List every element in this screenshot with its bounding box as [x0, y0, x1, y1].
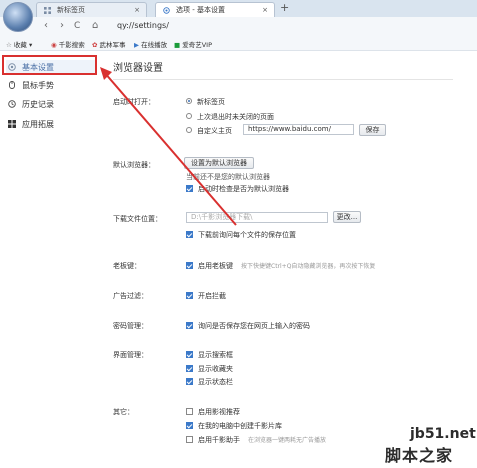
- sidebar-item-label: 应用拓展: [22, 120, 54, 129]
- startup-option-restore[interactable]: 上次退出时未关闭的页面: [186, 112, 274, 122]
- default-browser-label: 默认浏览器：: [113, 161, 155, 169]
- boss-key-label: 老板键：: [113, 262, 141, 270]
- sidebar-item-label: 鼠标手势: [22, 81, 54, 90]
- assistant-hint: 在浏览器一键两耗无广告播放: [248, 437, 327, 444]
- show-favorites-option[interactable]: 显示收藏夹: [186, 364, 233, 374]
- checkbox[interactable]: [186, 291, 193, 299]
- save-homepage-button[interactable]: 保存: [359, 124, 386, 136]
- create-library-option[interactable]: 在我的电脑中创建千影片库: [186, 421, 282, 431]
- sidebar-item-extensions[interactable]: 应用拓展: [6, 117, 96, 132]
- navigation-bar: ‹ › C ⌂ qy://settings/: [0, 17, 477, 38]
- watermark-name: 脚本之家: [385, 446, 454, 465]
- checkbox[interactable]: [186, 230, 193, 238]
- bookmark-item[interactable]: ◉ 千影搜索: [51, 39, 85, 49]
- browser-logo[interactable]: [3, 2, 33, 32]
- startup-label: 启动时打开：: [113, 98, 155, 106]
- default-browser-status: 当前还不是您的默认浏览器: [186, 173, 270, 181]
- forward-button[interactable]: ›: [60, 20, 64, 31]
- apps-icon: [8, 120, 16, 128]
- grid-icon: [44, 7, 51, 14]
- show-status-bar-option[interactable]: 显示状态栏: [186, 377, 233, 387]
- annotation-highlight-box: [2, 55, 97, 75]
- checkbox[interactable]: [186, 435, 193, 443]
- tab-bar: 新标签页 × 选项 - 基本设置 × +: [0, 0, 477, 32]
- password-save-option[interactable]: 询问是否保存您在网页上输入的密码: [186, 321, 310, 331]
- boss-key-option[interactable]: 启用老板键 按下快捷键Ctrl+Q自动隐藏浏览器，再次按下恢复: [186, 261, 375, 271]
- video-recommend-option[interactable]: 启用影视推荐: [186, 407, 240, 417]
- assistant-option[interactable]: 启用千影助手 在浏览器一键两耗无广告播放: [186, 435, 326, 445]
- bookmark-item[interactable]: ▶ 在线播放: [134, 39, 167, 49]
- film-icon: ◉: [51, 41, 57, 49]
- tab-settings[interactable]: 选项 - 基本设置 ×: [155, 2, 275, 17]
- tab-close-icon[interactable]: ×: [262, 3, 268, 17]
- radio-button[interactable]: [186, 113, 192, 119]
- settings-icon: [163, 7, 170, 14]
- divider: [113, 79, 453, 80]
- startup-option-new-tab[interactable]: 新标签页: [186, 97, 225, 107]
- show-search-box-option[interactable]: 显示搜索框: [186, 350, 233, 360]
- ask-save-location-option[interactable]: 下载前询问每个文件的保存位置: [186, 230, 296, 240]
- mouse-icon: [9, 81, 15, 89]
- tab-label: 选项 - 基本设置: [176, 6, 225, 14]
- play-icon: ▶: [134, 41, 139, 49]
- download-path-input[interactable]: D:\千影浏览器下载\: [186, 212, 328, 223]
- tab-close-icon[interactable]: ×: [134, 3, 140, 17]
- ad-filter-label: 广告过滤：: [113, 292, 148, 300]
- home-button[interactable]: ⌂: [92, 20, 98, 31]
- checkbox[interactable]: [186, 364, 193, 372]
- download-location-label: 下载文件位置：: [113, 215, 162, 223]
- bookmark-item[interactable]: ■ 爱奇艺VIP: [174, 39, 212, 49]
- ad-filter-option[interactable]: 开启拦截: [186, 291, 226, 301]
- new-tab-button[interactable]: +: [280, 1, 289, 14]
- address-bar[interactable]: qy://settings/: [117, 21, 169, 30]
- sidebar-item-label: 历史记录: [22, 100, 54, 109]
- homepage-input[interactable]: https://www.baidu.com/: [243, 124, 354, 135]
- checkbox[interactable]: [186, 184, 193, 192]
- check-default-browser-option[interactable]: 启动时检查是否为默认浏览器: [186, 184, 289, 194]
- checkbox[interactable]: [186, 421, 193, 429]
- page-title: 浏览器设置: [113, 63, 163, 74]
- tab-label: 新标签页: [57, 6, 85, 14]
- radio-button[interactable]: [186, 98, 192, 104]
- tab-new-tab[interactable]: 新标签页 ×: [36, 2, 147, 17]
- sidebar-item-mouse-gestures[interactable]: 鼠标手势: [6, 78, 96, 93]
- interface-label: 界面管理：: [113, 351, 148, 359]
- bookmark-favorites[interactable]: ☆ 收藏 ▾: [6, 39, 32, 49]
- radio-button[interactable]: [186, 127, 192, 133]
- checkbox[interactable]: [186, 377, 193, 385]
- other-label: 其它：: [113, 408, 134, 416]
- bookmark-item[interactable]: ✿ 武林军事: [92, 39, 126, 49]
- watermark-site: jb51.net: [410, 426, 476, 442]
- iqiyi-icon: ■: [174, 41, 181, 49]
- startup-option-homepage[interactable]: 自定义主页: [186, 126, 232, 136]
- change-download-path-button[interactable]: 更改...: [333, 211, 361, 223]
- password-manager-label: 密码管理：: [113, 322, 148, 330]
- reload-button[interactable]: C: [74, 21, 80, 31]
- checkbox[interactable]: [186, 261, 193, 269]
- star-icon: ☆: [6, 41, 12, 49]
- sidebar-item-history[interactable]: 历史记录: [6, 97, 96, 112]
- set-default-browser-button[interactable]: 设置为默认浏览器: [184, 157, 254, 169]
- checkbox[interactable]: [186, 321, 193, 329]
- checkbox[interactable]: [186, 350, 193, 358]
- settings-sidebar: 基本设置 鼠标手势 历史记录 应用拓展: [0, 51, 101, 468]
- boss-key-hint: 按下快捷键Ctrl+Q自动隐藏浏览器，再次按下恢复: [241, 263, 376, 270]
- back-button[interactable]: ‹: [44, 20, 48, 31]
- clock-icon: [8, 100, 16, 108]
- checkbox[interactable]: [186, 407, 193, 415]
- bookmarks-bar: ☆ 收藏 ▾ ◉ 千影搜索 ✿ 武林军事 ▶ 在线播放 ■ 爱奇艺VIP: [0, 37, 477, 51]
- paw-icon: ✿: [92, 41, 98, 49]
